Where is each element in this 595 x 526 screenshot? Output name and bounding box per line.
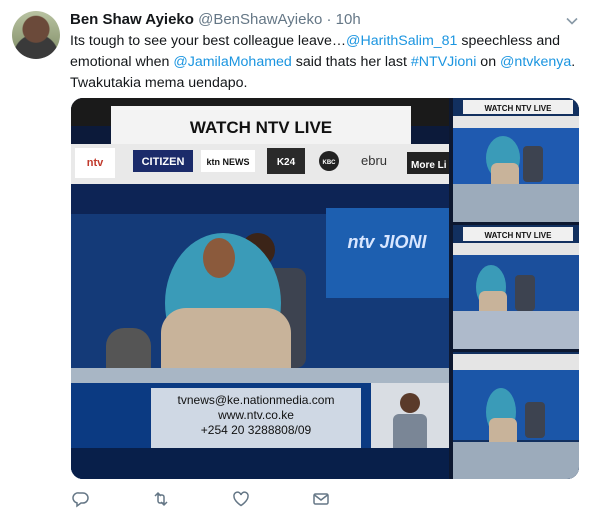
logo-ktn: ktn NEWS <box>206 157 249 167</box>
thumbnail-photo-3[interactable] <box>453 352 579 479</box>
thumb1-banner: WATCH NTV LIVE <box>485 104 553 113</box>
thumbnail-photo-1[interactable]: WATCH NTV LIVE <box>453 98 579 222</box>
separator: · <box>326 11 332 28</box>
like-icon[interactable] <box>230 488 252 510</box>
text-segment: on <box>476 54 501 70</box>
timestamp[interactable]: 10h <box>336 11 361 28</box>
tweet-text: Its tough to see your best colleague lea… <box>70 31 580 94</box>
thumbnail-photo-2[interactable]: WATCH NTV LIVE <box>453 225 579 349</box>
text-segment: said thats her last <box>291 54 411 70</box>
tweet-actions <box>70 488 370 510</box>
logo-ebru: ebru <box>361 153 387 168</box>
mention-harithsalim[interactable]: @HarithSalim_81 <box>346 33 457 49</box>
message-icon[interactable] <box>310 488 332 510</box>
display-name[interactable]: Ben Shaw Ayieko <box>70 11 194 28</box>
tweet: Ben Shaw Ayieko @BenShawAyieko · 10h Its… <box>0 0 595 526</box>
avatar[interactable] <box>12 11 60 59</box>
mention-ntvkenya[interactable]: @ntvkenya <box>500 54 571 70</box>
logo-kbc: KBC <box>323 160 337 166</box>
logo-ntv: ntv <box>87 157 104 169</box>
ticker-email: tvnews@ke.nationmedia.com <box>178 393 335 407</box>
retweet-icon[interactable] <box>150 488 172 510</box>
tweet-header: Ben Shaw Ayieko @BenShawAyieko · 10h <box>70 10 565 30</box>
reply-icon[interactable] <box>70 488 92 510</box>
user-handle[interactable]: @BenShawAyieko <box>198 11 322 28</box>
logo-citizen: CITIZEN <box>142 156 185 168</box>
watch-ntv-live-banner: WATCH NTV LIVE <box>190 118 332 137</box>
media-gallery: WATCH NTV LIVE ntv CITIZEN ktn NEWS K24 … <box>71 98 579 479</box>
logo-more-live: More Li <box>411 160 447 171</box>
logo-k24: K24 <box>277 157 296 168</box>
thumb2-banner: WATCH NTV LIVE <box>485 231 553 240</box>
ntv-jioni-logo: ntv JIONI <box>347 232 427 252</box>
hashtag-ntvjioni[interactable]: #NTVJioni <box>411 54 476 70</box>
ticker-phone: +254 20 3288808/09 <box>201 423 312 437</box>
text-segment: Its tough to see your best colleague lea… <box>70 33 347 49</box>
ticker-website: www.ntv.co.ke <box>217 408 294 422</box>
chevron-down-icon[interactable] <box>565 14 579 28</box>
main-photo[interactable]: WATCH NTV LIVE ntv CITIZEN ktn NEWS K24 … <box>71 98 449 479</box>
mention-jamilamohamed[interactable]: @JamilaMohamed <box>173 54 292 70</box>
